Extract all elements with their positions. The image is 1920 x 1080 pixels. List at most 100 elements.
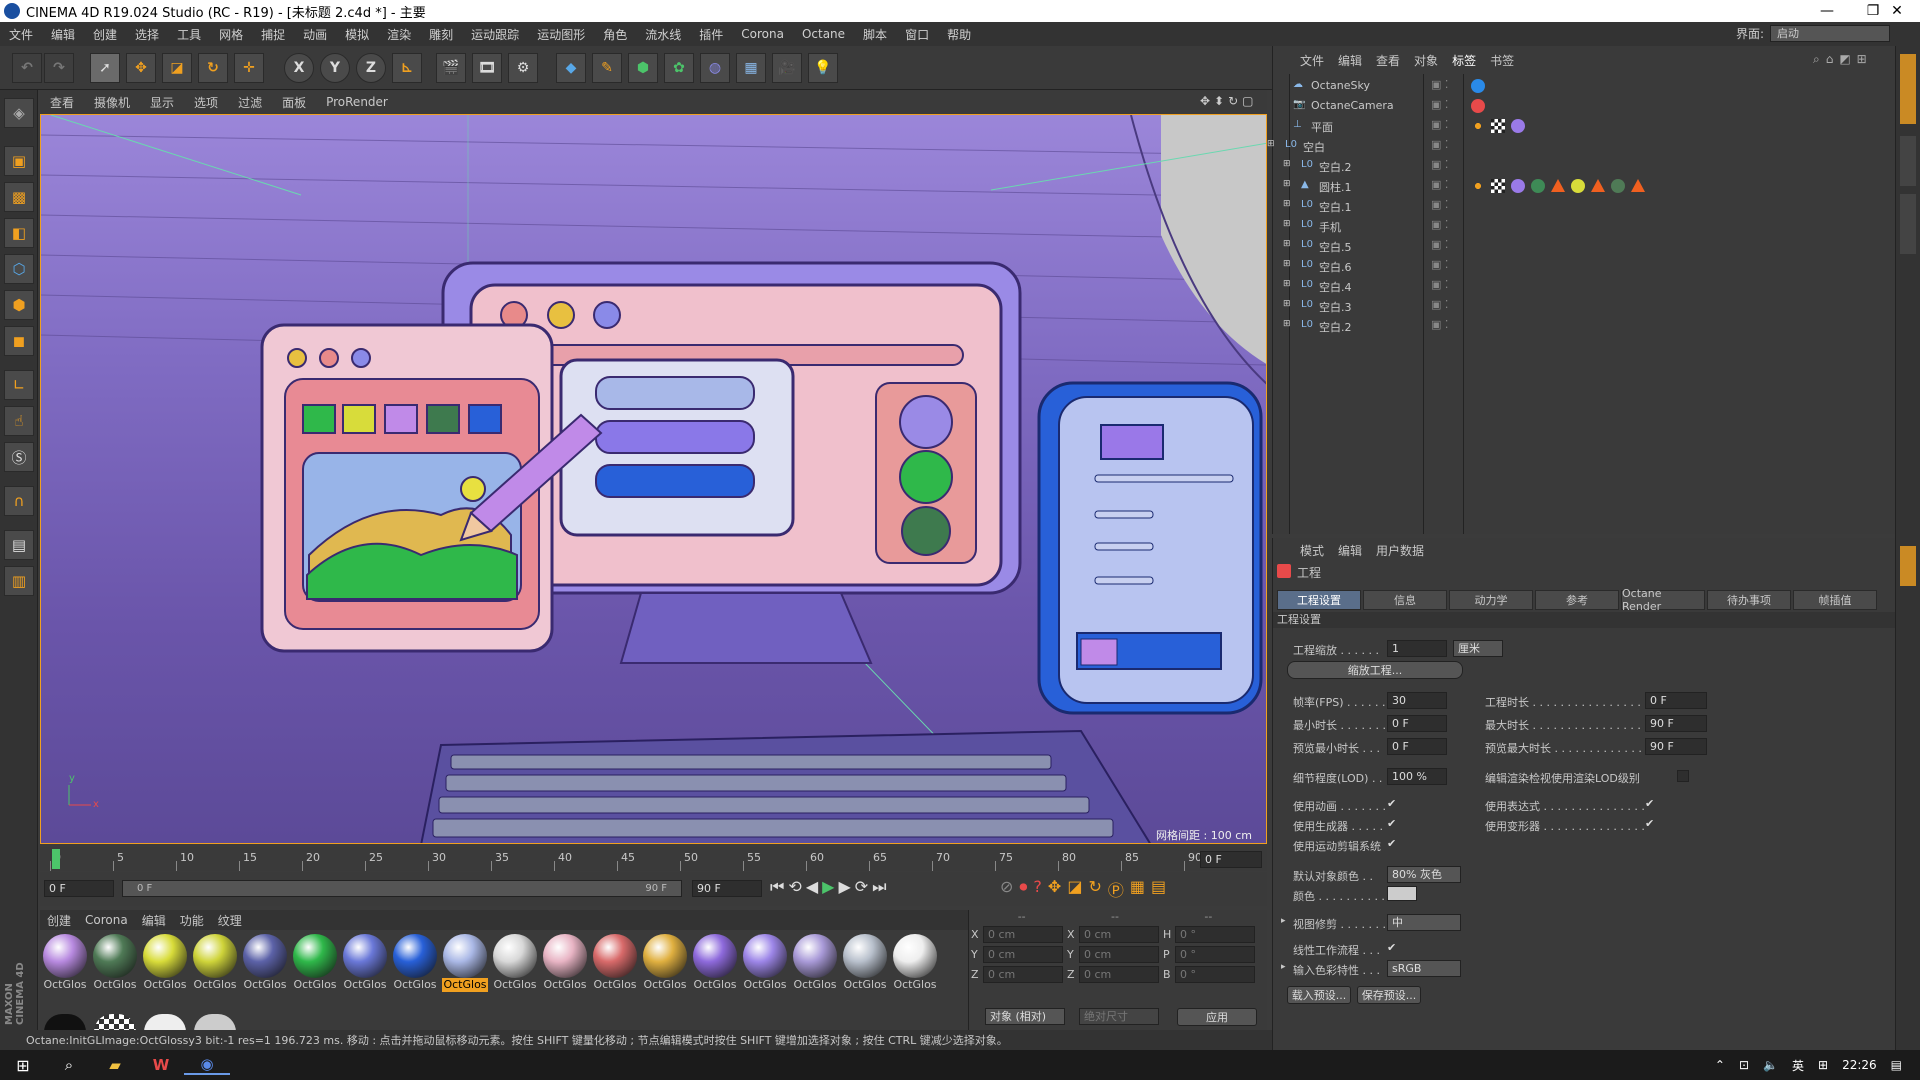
start-frame-field[interactable]: 0 F <box>44 880 114 897</box>
material-swatch[interactable]: OctGlos <box>342 934 388 992</box>
coord-field[interactable]: 0 cm <box>983 926 1063 943</box>
coord-mode-dropdown[interactable]: 对象 (相对) <box>985 1008 1065 1025</box>
viewport-menu-item[interactable]: 摄像机 <box>84 94 140 111</box>
ime-mode-icon[interactable]: ⊞ <box>1818 1058 1828 1072</box>
prev-key-icon[interactable]: ⟲ <box>788 877 801 897</box>
end-frame-field[interactable]: 90 F <box>692 880 762 897</box>
use-motion-checkbox[interactable]: ✔ <box>1387 838 1399 850</box>
solo-mode-icon[interactable]: Ⓢ <box>4 442 34 472</box>
key-position-icon[interactable]: ✥ <box>1048 877 1061 901</box>
move-tool-icon[interactable]: ✥ <box>126 53 156 83</box>
visibility-toggle-icon[interactable]: ▣ ⁚ <box>1431 238 1448 251</box>
menu-item[interactable]: 雕刻 <box>420 26 462 43</box>
y-axis-lock-icon[interactable]: Y <box>320 53 350 83</box>
attr-menu-userdata[interactable]: 用户数据 <box>1369 542 1431 559</box>
object-tag-icon[interactable] <box>1631 179 1645 192</box>
object-row[interactable]: ⊞ L0 空白.3 ▣ ⁚ <box>1273 296 1896 316</box>
menu-item[interactable]: 帮助 <box>938 26 980 43</box>
visibility-toggle-icon[interactable]: ▣ ⁚ <box>1431 158 1448 171</box>
use-generators-checkbox[interactable]: ✔ <box>1387 818 1399 830</box>
expand-icon[interactable]: ⊞ <box>1283 259 1291 269</box>
attr-tab[interactable]: 参考 <box>1535 590 1619 610</box>
wps-icon[interactable]: W <box>138 1056 184 1074</box>
auto-key-icon[interactable]: ? <box>1033 877 1042 901</box>
render-settings-icon[interactable]: ⚙ <box>508 53 538 83</box>
material-menu-item[interactable]: 编辑 <box>135 912 173 929</box>
file-explorer-icon[interactable]: ▰ <box>92 1056 138 1074</box>
visibility-toggle-icon[interactable]: ▣ ⁚ <box>1431 138 1448 151</box>
min-time-field[interactable]: 0 F <box>1387 715 1447 732</box>
color-swatch[interactable] <box>1387 886 1417 901</box>
light-icon[interactable]: 💡 <box>808 53 838 83</box>
object-row[interactable]: ⊥ 平面 ▣ ⁚ <box>1273 116 1896 136</box>
coord-field[interactable]: 0 cm <box>1079 966 1159 983</box>
expand-icon[interactable]: ⊞ <box>1267 139 1275 149</box>
side-tab-objects[interactable] <box>1900 54 1916 124</box>
material-swatch[interactable]: OctGlos <box>742 934 788 992</box>
attr-tab[interactable]: 待办事项 <box>1707 590 1791 610</box>
visibility-toggle-icon[interactable]: ▣ ⁚ <box>1431 298 1448 311</box>
points-mode-icon[interactable]: ⬡ <box>4 254 34 284</box>
attr-tab[interactable]: Octane Render <box>1621 587 1705 613</box>
fps-field[interactable]: 30 <box>1387 692 1447 709</box>
use-deformers-checkbox[interactable]: ✔ <box>1645 818 1657 830</box>
side-tab-attributes[interactable] <box>1900 546 1916 586</box>
menu-item[interactable]: Octane <box>793 27 854 41</box>
prev-frame-icon[interactable]: ◀ <box>806 877 818 897</box>
axis-mode-icon[interactable]: ∟ <box>4 370 34 400</box>
attr-tab[interactable]: 工程设置 <box>1277 590 1361 610</box>
visibility-toggle-icon[interactable]: ▣ ⁚ <box>1431 258 1448 271</box>
object-row[interactable]: 📷 OctaneCamera ▣ ⁚ <box>1273 96 1896 116</box>
input-color-dropdown[interactable]: sRGB <box>1387 960 1461 977</box>
coord-field[interactable]: 0 ° <box>1175 966 1255 983</box>
material-swatch[interactable]: OctGlos <box>792 934 838 992</box>
close-button[interactable]: ✕ <box>1874 0 1920 22</box>
next-key-icon[interactable]: ⟳ <box>855 877 868 897</box>
menu-item[interactable]: 动画 <box>294 26 336 43</box>
menu-item[interactable]: Corona <box>732 27 793 41</box>
attr-tab[interactable]: 信息 <box>1363 590 1447 610</box>
object-tag-icon[interactable] <box>1611 179 1625 193</box>
playhead[interactable] <box>52 849 60 869</box>
visibility-toggle-icon[interactable]: ▣ ⁚ <box>1431 78 1448 91</box>
attr-menu-mode[interactable]: 模式 <box>1293 542 1331 559</box>
material-swatch[interactable]: OctGlos <box>692 934 738 992</box>
menu-item[interactable]: 脚本 <box>854 26 896 43</box>
timeline-ruler[interactable]: 051015202530354045505560657075808590 0 F <box>40 847 1267 871</box>
floor-icon[interactable]: ▦ <box>736 53 766 83</box>
menu-item[interactable]: 角色 <box>594 26 636 43</box>
viewport-menu-item[interactable]: 面板 <box>272 94 316 111</box>
object-menu-item[interactable]: 文件 <box>1293 52 1331 69</box>
key-rotation-icon[interactable]: ↻ <box>1088 877 1101 901</box>
object-tag-icon[interactable] <box>1471 99 1485 113</box>
object-tag-icon[interactable] <box>1491 119 1505 133</box>
material-swatch[interactable]: OctGlos <box>142 934 188 992</box>
cube-primitive-icon[interactable]: ◆ <box>556 53 586 83</box>
coord-field[interactable]: 0 ° <box>1175 946 1255 963</box>
linear-workflow-checkbox[interactable]: ✔ <box>1387 942 1399 954</box>
menu-item[interactable]: 模拟 <box>336 26 378 43</box>
search-icon[interactable]: ⌕ <box>46 1056 92 1074</box>
object-tag-icon[interactable] <box>1491 179 1505 193</box>
object-menu-item[interactable]: 查看 <box>1369 52 1407 69</box>
material-swatch[interactable]: OctGlos <box>892 934 938 992</box>
menu-item[interactable]: 渲染 <box>378 26 420 43</box>
max-time-field[interactable]: 90 F <box>1645 715 1707 732</box>
coordinate-system-icon[interactable]: ⊾ <box>392 53 422 83</box>
menu-item[interactable]: 编辑 <box>42 26 84 43</box>
object-row[interactable]: ⊞ L0 空白.6 ▣ ⁚ <box>1273 256 1896 276</box>
view-clip-dropdown[interactable]: 中 <box>1387 914 1461 931</box>
scale-project-button[interactable]: 缩放工程... <box>1287 661 1463 679</box>
menu-item[interactable]: 捕捉 <box>252 26 294 43</box>
visibility-toggle-icon[interactable]: ▣ ⁚ <box>1431 318 1448 331</box>
render-lod-checkbox[interactable] <box>1677 770 1689 782</box>
tray-chevron-icon[interactable]: ⌃ <box>1715 1058 1725 1072</box>
default-color-dropdown[interactable]: 80% 灰色 <box>1387 866 1461 883</box>
visibility-toggle-icon[interactable]: ▣ ⁚ <box>1431 118 1448 131</box>
key-scale-icon[interactable]: ◪ <box>1067 877 1082 901</box>
object-tag-icon[interactable] <box>1551 179 1565 192</box>
undo-button[interactable]: ↶ <box>12 53 42 83</box>
clock[interactable]: 22:26 <box>1842 1058 1877 1072</box>
play-icon[interactable]: ▶ <box>822 877 834 897</box>
apply-button[interactable]: 应用 <box>1177 1008 1257 1026</box>
